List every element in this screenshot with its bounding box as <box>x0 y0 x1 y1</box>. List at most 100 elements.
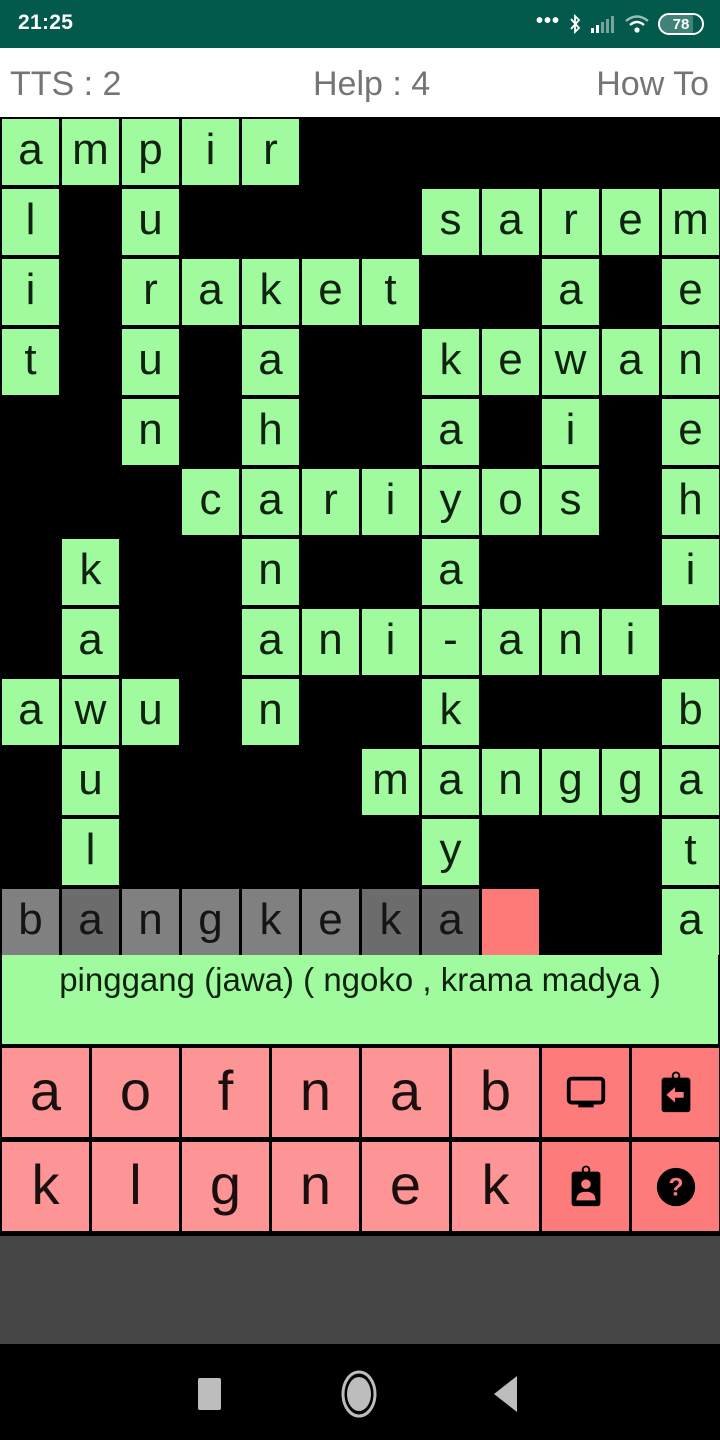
letter-key[interactable]: l <box>92 1142 179 1231</box>
grid-cell[interactable]: y <box>422 819 479 885</box>
grid-cell[interactable]: a <box>242 329 299 395</box>
grid-cell[interactable]: p <box>122 119 179 185</box>
grid-cell[interactable]: w <box>542 329 599 395</box>
grid-cell[interactable]: n <box>242 539 299 605</box>
grid-cell[interactable]: a <box>422 539 479 605</box>
grid-cell[interactable]: i <box>662 539 719 605</box>
grid-cell[interactable]: u <box>122 189 179 255</box>
monitor-button[interactable] <box>542 1048 629 1137</box>
grid-cell-active[interactable]: a <box>422 889 479 955</box>
grid-cell[interactable]: t <box>362 259 419 325</box>
grid-cell[interactable]: u <box>122 329 179 395</box>
letter-key[interactable]: n <box>272 1048 359 1137</box>
grid-cell[interactable]: a <box>482 189 539 255</box>
grid-cell-active[interactable]: e <box>302 889 359 955</box>
grid-cell-active[interactable]: k <box>242 889 299 955</box>
grid-cell[interactable]: e <box>302 259 359 325</box>
grid-cell[interactable]: e <box>662 259 719 325</box>
grid-cell[interactable]: n <box>482 749 539 815</box>
grid-cell[interactable]: a <box>2 119 59 185</box>
grid-cell[interactable]: a <box>662 749 719 815</box>
grid-cell[interactable]: m <box>362 749 419 815</box>
grid-cell[interactable]: g <box>602 749 659 815</box>
grid-cell[interactable]: a <box>2 679 59 745</box>
recents-icon[interactable] <box>188 1372 232 1416</box>
home-icon[interactable] <box>337 1370 381 1418</box>
grid-cell-active[interactable]: n <box>122 889 179 955</box>
grid-cell[interactable]: t <box>2 329 59 395</box>
grid-cell[interactable]: y <box>422 469 479 535</box>
grid-cell[interactable]: n <box>542 609 599 675</box>
grid-cell[interactable]: e <box>482 329 539 395</box>
grid-cell[interactable]: e <box>662 399 719 465</box>
grid-cell[interactable]: a <box>422 749 479 815</box>
grid-cell[interactable]: a <box>662 889 719 955</box>
grid-cell[interactable]: a <box>242 609 299 675</box>
grid-cell[interactable]: r <box>242 119 299 185</box>
letter-key[interactable]: a <box>2 1048 89 1137</box>
grid-cell[interactable]: g <box>542 749 599 815</box>
grid-cell-active[interactable]: g <box>182 889 239 955</box>
letter-key[interactable]: k <box>2 1142 89 1231</box>
grid-cell[interactable]: i <box>182 119 239 185</box>
grid-cell[interactable]: u <box>122 679 179 745</box>
help-counter[interactable]: Help : 4 <box>313 65 430 104</box>
grid-cell[interactable]: a <box>242 469 299 535</box>
grid-cell[interactable]: b <box>662 679 719 745</box>
grid-cell-active[interactable]: a <box>62 889 119 955</box>
grid-cell[interactable]: k <box>422 679 479 745</box>
grid-cell[interactable]: k <box>422 329 479 395</box>
grid-cell[interactable]: a <box>422 399 479 465</box>
grid-cell[interactable]: i <box>602 609 659 675</box>
grid-cell[interactable]: r <box>302 469 359 535</box>
grid-cell[interactable]: k <box>242 259 299 325</box>
grid-cell[interactable]: e <box>602 189 659 255</box>
grid-cell[interactable]: l <box>62 819 119 885</box>
grid-cell[interactable]: u <box>62 749 119 815</box>
grid-cell[interactable]: i <box>362 609 419 675</box>
grid-cell[interactable]: i <box>2 259 59 325</box>
letter-key[interactable]: b <box>452 1048 539 1137</box>
grid-cell[interactable]: c <box>182 469 239 535</box>
grid-cell[interactable]: n <box>122 399 179 465</box>
grid-cell[interactable]: i <box>542 399 599 465</box>
grid-cell[interactable]: r <box>122 259 179 325</box>
grid-cell[interactable]: k <box>62 539 119 605</box>
grid-cell[interactable]: s <box>542 469 599 535</box>
grid-cell-cursor[interactable] <box>482 889 539 955</box>
grid-cell[interactable]: a <box>602 329 659 395</box>
grid-cell[interactable]: - <box>422 609 479 675</box>
how-to-button[interactable]: How To <box>596 65 709 104</box>
grid-cell[interactable]: a <box>482 609 539 675</box>
grid-cell[interactable]: n <box>302 609 359 675</box>
letter-key[interactable]: n <box>272 1142 359 1231</box>
grid-cell[interactable]: o <box>482 469 539 535</box>
grid-cell[interactable]: l <box>2 189 59 255</box>
grid-cell[interactable]: m <box>662 189 719 255</box>
grid-cell[interactable]: s <box>422 189 479 255</box>
grid-cell[interactable]: h <box>242 399 299 465</box>
grid-cell[interactable]: n <box>242 679 299 745</box>
grid-cell[interactable]: i <box>362 469 419 535</box>
contact-badge-button[interactable] <box>542 1142 629 1231</box>
letter-key[interactable]: e <box>362 1142 449 1231</box>
clipboard-back-button[interactable] <box>632 1048 719 1137</box>
back-icon[interactable] <box>484 1372 528 1416</box>
grid-cell[interactable]: a <box>182 259 239 325</box>
grid-cell[interactable]: n <box>662 329 719 395</box>
help-circle-button[interactable]: ? <box>632 1142 719 1231</box>
grid-cell-active[interactable]: b <box>2 889 59 955</box>
grid-cell[interactable]: r <box>542 189 599 255</box>
letter-key[interactable]: g <box>182 1142 269 1231</box>
grid-cell-active[interactable]: k <box>362 889 419 955</box>
grid-cell[interactable]: h <box>662 469 719 535</box>
grid-cell[interactable]: a <box>542 259 599 325</box>
letter-key[interactable]: o <box>92 1048 179 1137</box>
letter-key[interactable]: k <box>452 1142 539 1231</box>
grid-cell[interactable]: m <box>62 119 119 185</box>
letter-key[interactable]: f <box>182 1048 269 1137</box>
grid-cell[interactable]: a <box>62 609 119 675</box>
letter-key[interactable]: a <box>362 1048 449 1137</box>
grid-cell[interactable]: w <box>62 679 119 745</box>
grid-cell[interactable]: t <box>662 819 719 885</box>
